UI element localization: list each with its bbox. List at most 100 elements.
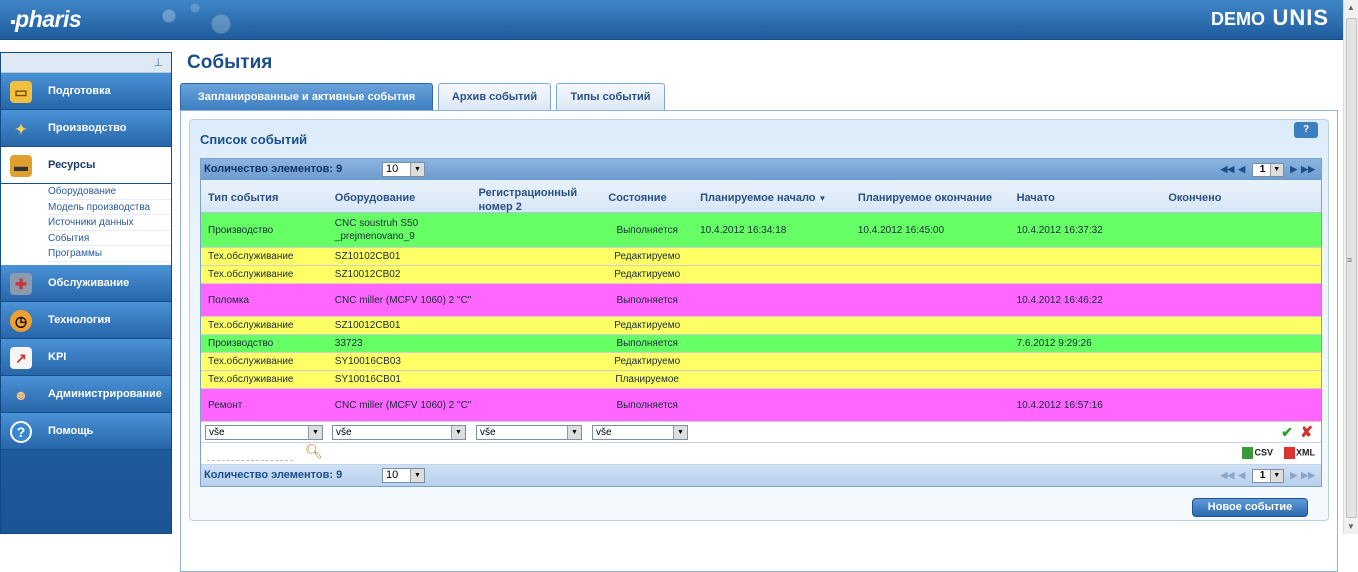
nav-item-maintenance[interactable]: ✚ Обслуживание [1,264,171,302]
table-row[interactable]: Ремонт CNC miller (MCFV 1060) 2 "C" Выполн… [201,389,1321,422]
col-ended[interactable]: Окончено [1161,180,1321,212]
next-page-icon[interactable]: ▶ [1290,164,1297,174]
pin-icon[interactable]: ⊥ [1,53,171,73]
cell-pend [851,389,1010,421]
nav-item-kpi[interactable]: ↗ KPI [1,338,171,376]
first-page-icon[interactable]: ◀◀ [1220,470,1234,480]
cell-type: Тех.обслуживание [208,356,294,367]
help-button[interactable]: ? [1294,122,1318,138]
xml-icon [1284,447,1295,459]
prev-page-icon[interactable]: ◀ [1238,470,1245,480]
cell-pstart [693,371,851,388]
satellite-icon: ✦ [15,121,27,137]
subnav-production-model[interactable]: Модель производства [48,200,171,216]
list-title: Список событий [200,132,308,147]
scroll-up-arrow-icon[interactable]: ▲ [1347,3,1355,12]
col-state[interactable]: Состояние [601,180,693,212]
table-row[interactable]: Тех.обслуживание SY10016CB03 Редактируемо [201,353,1321,371]
help-icon: ? [10,420,32,443]
book-icon: ▭ [10,81,32,103]
cell-reg [472,353,602,370]
scroll-thumb[interactable] [1346,18,1357,518]
table-row[interactable]: Тех.обслуживание SZ10012CB01 Редактируемо [201,317,1321,335]
table-row[interactable]: Тех.обслуживание SZ10102CB01 Редактируемо [201,248,1321,266]
export-xml-button[interactable]: XML [1284,447,1315,459]
machine-icon: ▬ [10,155,32,177]
tab-planned-active[interactable]: Запланированные и активные события [180,83,433,110]
nav-label: Обслуживание [48,276,130,289]
cell-pend [851,335,1010,352]
tools-icon: ✚ [10,272,32,295]
cell-pend [851,371,1010,388]
filter-value: vše [209,427,225,438]
col-planned-start[interactable]: Планируемое начало ▼ [693,180,851,212]
page-select[interactable]: 1 ▼ [1251,469,1284,483]
table-row[interactable]: Производство 33723 Выполняется 7.6.2012 9:2… [201,335,1321,353]
nav-item-resources[interactable]: ▬ Ресурсы [1,147,171,184]
page-scrollbar[interactable]: ▲ ≡ ▼ [1343,0,1358,534]
nav-item-help[interactable]: ? Помощь [1,412,171,450]
col-equipment[interactable]: Оборудование [328,180,472,212]
table-row[interactable]: Поломка CNC miller (MCFV 1060) 2 "C" Выпол… [201,284,1321,317]
col-event-type[interactable]: Тип события [201,180,328,212]
last-page-icon[interactable]: ▶▶ [1301,164,1315,174]
page-size-select[interactable]: 10 ▼ [382,162,425,177]
cell-pend [851,284,1010,316]
subnav-data-sources[interactable]: Источники данных [48,215,171,231]
filter-reg-number[interactable]: vše ▼ [476,425,582,440]
cell-equip: CNC miller (MCFV 1060) 2 "C" [334,294,472,306]
cell-reg [472,266,602,283]
nav-item-administration[interactable]: ☻ Администрирование [1,375,171,413]
last-page-icon[interactable]: ▶▶ [1301,470,1315,480]
chevron-down-icon: ▼ [1269,470,1283,482]
col-reg-number[interactable]: Регистрационный номер 2 [472,180,602,213]
export-csv-button[interactable]: CSV [1242,447,1273,459]
page-size-select[interactable]: 10 ▼ [382,468,425,483]
clear-filter-icon[interactable]: ✘ [1300,423,1313,441]
apply-filter-icon[interactable]: ✔ [1281,424,1293,441]
table-row[interactable]: Тех.обслуживание SY10016CB01 Планируемое [201,371,1321,389]
search-icon[interactable]: 🔍︎ [305,443,323,460]
cell-equip: SY10016CB03 [334,356,401,367]
filter-equipment[interactable]: vše ▼ [332,425,466,440]
table-row[interactable]: Тех.обслуживание SZ10012CB02 Редактируемо [201,266,1321,284]
nav-item-production[interactable]: ✦ Производство [1,110,171,147]
subnav-equipment[interactable]: Оборудование [48,184,171,200]
subnav-programs[interactable]: Программы [48,246,171,262]
filter-event-type[interactable]: vše ▼ [205,425,323,440]
cell-equip: CNC miller (MCFV 1060) 2 "C" [334,399,472,411]
cell-type: Ремонт [208,399,243,411]
filter-state[interactable]: vše ▼ [592,425,688,440]
tab-archive[interactable]: Архив событий [438,83,551,110]
next-page-icon[interactable]: ▶ [1290,470,1297,480]
col-started[interactable]: Начато [1010,180,1162,212]
cell-reg [472,317,602,334]
cell-state: Выполняется [616,399,678,411]
tab-event-types[interactable]: Типы событий [556,83,665,110]
cell-started: 10.4.2012 16:37:32 [1016,224,1103,236]
app-logo[interactable]: ▪pharis [10,6,82,33]
cell-started: 10.4.2012 16:57:16 [1016,399,1103,411]
new-event-button[interactable]: Новое событие [1192,498,1308,517]
table-row[interactable]: Производство CNC soustruh S50 _prejmenova… [201,213,1321,248]
cell-ended [1161,389,1321,421]
page-select[interactable]: 1 ▼ [1251,163,1284,177]
users-icon: ☻ [13,386,29,403]
page-title: События [187,52,273,73]
subnav-events[interactable]: События [48,231,171,247]
col-planned-end[interactable]: Планируемое окончание [851,180,1010,212]
cell-equip: SY10016CB01 [334,374,401,385]
csv-label: CSV [1254,447,1273,458]
chart-icon: ↗ [10,346,32,369]
brand-logo: UNIS [1272,5,1329,30]
environment-label: DEMO [1211,9,1265,29]
prev-page-icon[interactable]: ◀ [1238,164,1245,174]
nav-item-preparation[interactable]: ▭ Подготовка [1,73,171,110]
cell-type: Тех.обслуживание [208,320,294,331]
cell-started [1010,248,1162,265]
first-page-icon[interactable]: ◀◀ [1220,164,1234,174]
nav-item-technology[interactable]: ◷ Технология [1,301,171,339]
cell-reg [472,248,602,265]
scroll-down-arrow-icon[interactable]: ▼ [1347,522,1355,531]
cell-ended [1161,371,1321,388]
